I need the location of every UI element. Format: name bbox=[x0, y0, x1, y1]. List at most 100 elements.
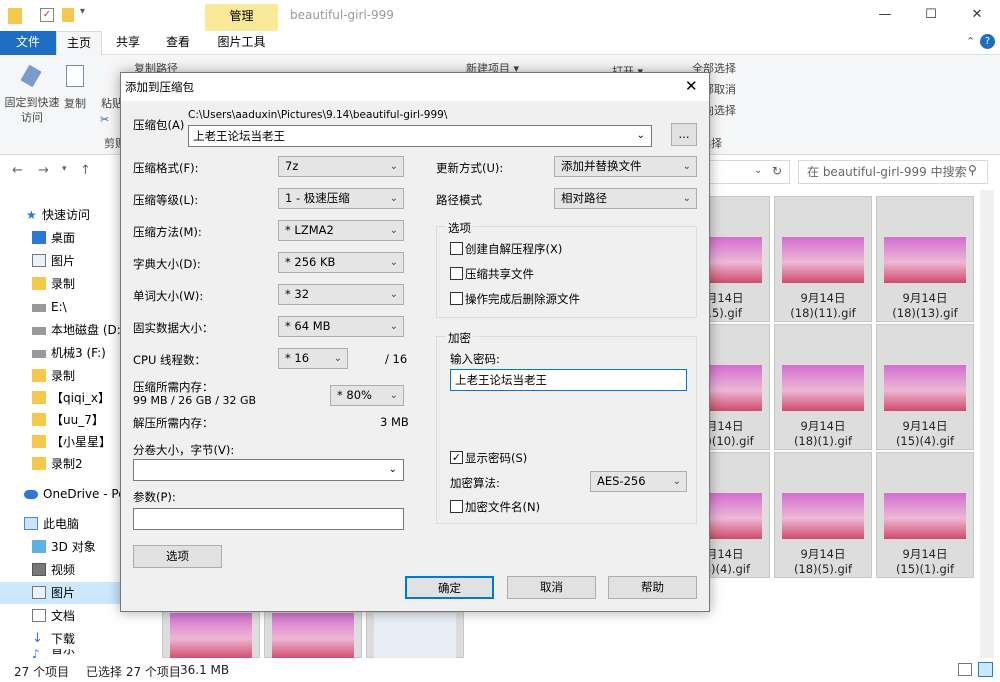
tab-view[interactable]: 查看 bbox=[154, 31, 202, 55]
help-button[interactable]: 帮助 bbox=[608, 576, 697, 599]
cut-icon[interactable]: ✂ bbox=[100, 113, 109, 126]
password-value: 上老王论坛当老王 bbox=[455, 373, 547, 387]
file-name-line2: (18)(5).gif bbox=[793, 562, 853, 576]
params-input[interactable] bbox=[133, 508, 404, 530]
split-label: 分卷大小，字节(V): bbox=[133, 443, 235, 457]
desktop-icon bbox=[32, 231, 46, 244]
shared-checkbox[interactable] bbox=[450, 267, 463, 280]
params-label: 参数(P): bbox=[133, 490, 176, 504]
file-tile[interactable]: 9月14日 (18)(1).gif bbox=[774, 324, 872, 450]
help-icon[interactable]: ? bbox=[980, 34, 995, 49]
browse-button[interactable]: ... bbox=[671, 123, 697, 146]
chevron-down-icon: ⌄ bbox=[388, 464, 397, 475]
nav-uu7[interactable]: 【uu_7】 bbox=[0, 409, 122, 431]
back-icon[interactable]: ← bbox=[12, 163, 23, 178]
new-folder-icon[interactable] bbox=[62, 8, 74, 22]
scrollbar[interactable] bbox=[980, 190, 994, 658]
address-dropdown-icon[interactable]: ⌄ bbox=[754, 165, 762, 176]
update-label: 更新方式(U): bbox=[436, 161, 504, 175]
file-tile[interactable]: 9月14日 (18)(11).gif bbox=[774, 196, 872, 322]
nav-drive-e[interactable]: E:\ bbox=[0, 296, 122, 318]
refresh-icon[interactable]: ↻ bbox=[772, 164, 782, 178]
dict-select[interactable]: * 256 KB ⌄ bbox=[278, 252, 404, 273]
nav-documents[interactable]: 文档 bbox=[0, 605, 122, 627]
context-tab-manage[interactable]: 管理 bbox=[205, 4, 278, 31]
up-icon[interactable]: ↑ bbox=[80, 163, 91, 178]
file-tile[interactable]: 9月14日 (18)(5).gif bbox=[774, 452, 872, 578]
path-mode-select[interactable]: 相对路径 ⌄ bbox=[554, 188, 697, 209]
nav-quick-access[interactable]: ★ 快速访问 bbox=[0, 204, 122, 226]
cancel-button[interactable]: 取消 bbox=[507, 576, 596, 599]
search-icon[interactable]: ⚲ bbox=[968, 163, 977, 177]
demem-value: 3 MB bbox=[380, 415, 409, 429]
enc-method-value: AES-256 bbox=[597, 474, 646, 488]
nav-this-pc[interactable]: 此电脑 bbox=[0, 513, 122, 535]
collapse-ribbon-icon[interactable]: ⌃ bbox=[966, 35, 975, 48]
pin-quick-access-button[interactable]: 固定到快速访问 bbox=[4, 95, 60, 125]
method-select[interactable]: * LZMA2 ⌄ bbox=[278, 220, 404, 241]
address-field[interactable]: ⌄ ↻ bbox=[710, 160, 790, 184]
search-input[interactable]: 在 beautiful-girl-999 中搜索 bbox=[798, 160, 988, 184]
format-label: 压缩格式(F): bbox=[133, 161, 199, 175]
large-icons-view-icon[interactable] bbox=[978, 662, 993, 677]
mem-percent-select[interactable]: * 80% ⌄ bbox=[330, 385, 404, 406]
nav-videos[interactable]: 视频 bbox=[0, 559, 122, 581]
chevron-down-icon: ⌄ bbox=[682, 161, 691, 172]
nav-record-2[interactable]: 录制 bbox=[0, 365, 122, 387]
sfx-checkbox[interactable] bbox=[450, 242, 463, 255]
archive-name-combo[interactable]: 上老王论坛当老王 ⌄ bbox=[188, 125, 652, 147]
word-select[interactable]: * 32 ⌄ bbox=[278, 284, 404, 305]
properties-icon[interactable]: ✓ bbox=[40, 8, 54, 22]
tab-picture-tools[interactable]: 图片工具 bbox=[205, 31, 278, 55]
minimize-icon[interactable]: — bbox=[862, 0, 908, 30]
nav-onedrive[interactable]: OneDrive - Pe bbox=[0, 483, 122, 505]
nav-3d-objects[interactable]: 3D 对象 bbox=[0, 536, 122, 558]
copy-button[interactable]: 复制 bbox=[60, 95, 90, 111]
encrypt-names-checkbox[interactable] bbox=[450, 500, 463, 513]
maximize-icon[interactable]: ☐ bbox=[908, 0, 954, 30]
file-tile[interactable]: 9月14日 (15)(1).gif bbox=[876, 452, 974, 578]
folder-icon bbox=[8, 8, 22, 24]
nav-qiqi[interactable]: 【qiqi_x】 bbox=[0, 387, 122, 409]
forward-icon[interactable]: → bbox=[38, 163, 49, 178]
nav-downloads[interactable]: ↓ 下载 bbox=[0, 628, 122, 650]
nav-record[interactable]: 录制 bbox=[0, 273, 122, 295]
close-icon[interactable]: ✕ bbox=[954, 0, 1000, 30]
format-select[interactable]: 7z ⌄ bbox=[278, 156, 404, 177]
recent-dropdown-icon[interactable]: ▾ bbox=[62, 164, 67, 174]
nav-drive-d[interactable]: 本地磁盘 (D:) bbox=[0, 319, 122, 341]
nav-pictures-pc[interactable]: 图片 bbox=[0, 582, 122, 604]
mem-label: 压缩所需内存： bbox=[133, 380, 214, 394]
tab-file[interactable]: 文件 bbox=[0, 31, 56, 55]
nav-drive-f[interactable]: 机械3 (F:) bbox=[0, 342, 122, 364]
pin-icon bbox=[20, 64, 42, 88]
nav-little-star[interactable]: 【小星星】 bbox=[0, 431, 122, 453]
image-thumbnail bbox=[782, 237, 864, 283]
file-tile[interactable]: 9月14日 (18)(13).gif bbox=[876, 196, 974, 322]
path-mode-label: 路径模式 bbox=[436, 193, 482, 207]
split-size-combo[interactable]: ⌄ bbox=[133, 459, 404, 481]
delete-source-checkbox[interactable] bbox=[450, 292, 463, 305]
sfx-label: 创建自解压程序(X) bbox=[465, 242, 563, 256]
level-select[interactable]: 1 - 极速压缩 ⌄ bbox=[278, 188, 404, 209]
nav-music[interactable]: ♪ 音乐 bbox=[0, 649, 122, 658]
solid-select[interactable]: * 64 MB ⌄ bbox=[278, 316, 404, 337]
nav-desktop[interactable]: 桌面 bbox=[0, 227, 122, 249]
tab-share[interactable]: 共享 bbox=[106, 31, 150, 55]
ok-button[interactable]: 确定 bbox=[405, 576, 494, 599]
nav-record2[interactable]: 录制2 bbox=[0, 453, 122, 475]
nav-pictures[interactable]: 图片 bbox=[0, 250, 122, 272]
show-password-checkbox[interactable]: ✓ bbox=[450, 451, 463, 464]
password-input[interactable]: 上老王论坛当老王 bbox=[450, 369, 687, 391]
show-password-label: 显示密码(S) bbox=[465, 451, 528, 465]
tab-home[interactable]: 主页 bbox=[56, 31, 102, 55]
update-select[interactable]: 添加并替换文件 ⌄ bbox=[554, 156, 697, 177]
cpu-select[interactable]: * 16 ⌄ bbox=[278, 348, 348, 369]
qat-dropdown-icon[interactable]: ▾ bbox=[80, 6, 85, 17]
folder-icon bbox=[32, 413, 46, 426]
dialog-close-icon[interactable]: ✕ bbox=[685, 77, 698, 95]
enc-method-select[interactable]: AES-256 ⌄ bbox=[590, 471, 687, 492]
details-view-icon[interactable] bbox=[958, 663, 972, 676]
file-tile[interactable]: 9月14日 (15)(4).gif bbox=[876, 324, 974, 450]
options-button[interactable]: 选项 bbox=[133, 545, 222, 568]
